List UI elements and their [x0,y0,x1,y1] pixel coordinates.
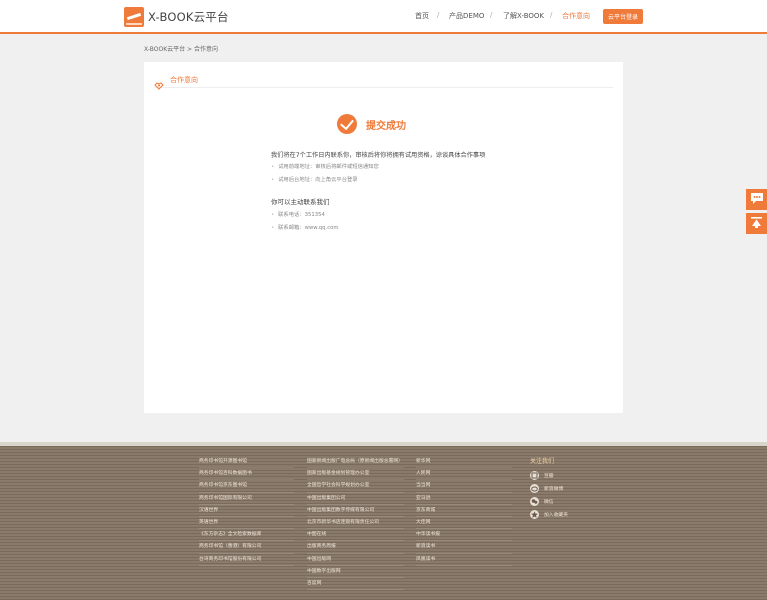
footer-link[interactable]: 商务印书馆开源图书馆 [199,456,294,469]
back-to-top-button[interactable] [746,213,767,234]
follow-weibo[interactable]: 新浪微博 [530,482,600,495]
success-banner: 提交成功 [337,114,406,134]
footer-link[interactable]: 商务印书馆百科数据图书 [199,468,294,481]
footer-link[interactable]: 中图在线 [307,529,404,542]
footer-link[interactable]: 京东商城 [416,505,512,517]
cloud-login-button[interactable]: 云平台登录 [603,9,643,24]
footer-link[interactable]: 大佳网 [416,517,512,530]
footer-link[interactable]: 国家新闻出版广电总局（原新闻出版总署网） [307,456,404,469]
footer-link[interactable]: 《东方杂志》全文检索数据库 [199,529,294,542]
success-text: 提交成功 [366,120,406,132]
footer-link[interactable]: 新华网 [416,456,512,469]
footer-link[interactable]: 凤凰读书 [416,554,512,566]
nav-about-xbook[interactable]: 了解X-BOOK [503,11,544,21]
contact-phone: 联系电话：351354 [271,210,325,218]
footer-link[interactable]: 台湾商务印书馆股份有限公司 [199,554,294,566]
confirmation-message: 我们将在7个工作日内联系你，审核后将你将拥有试用资格，谅谈具体合作事项 [271,152,486,159]
nav-cooperation[interactable]: 合作意向 [562,11,590,21]
follow-wechat[interactable]: 微信 [530,495,600,508]
footer-link[interactable]: 北京市新华书店连锁有限责任公司 [307,517,404,530]
nav-product-demo[interactable]: 产品DEMO [449,11,484,21]
nav-separator: / [437,11,440,19]
star-icon [530,510,539,519]
contact-heading: 你可以主动联系我们 [271,198,330,206]
footer-link[interactable]: 中华读书报 [416,529,512,542]
check-circle-icon [337,114,357,134]
footer-links-col1: 商务印书馆开源图书馆 商务印书馆百科数据图书 商务印书馆京东图书馆 商务印书馆国… [199,456,294,566]
footer-link[interactable]: 当当网 [416,480,512,493]
footer-link[interactable]: 英语世界 [199,517,294,530]
footer-link[interactable]: 全国哲学社会科学规划办公室 [307,480,404,493]
footer-link[interactable]: 出版商务周报 [307,541,404,554]
site-footer: 商务印书馆开源图书馆 商务印书馆百科数据图书 商务印书馆京东图书馆 商务印书馆国… [0,442,767,600]
footer-link[interactable]: 人民网 [416,468,512,481]
footer-link[interactable]: 中国数字出版网 [307,566,404,578]
footer-links-col3: 新华网 人民网 当当网 亚马逊 京东商城 大佳网 中华读书报 新浪读书 凤凰读书 [416,456,512,566]
footer-link[interactable]: 中国出版网 [307,554,404,566]
footer-link[interactable]: 新浪读书 [416,541,512,554]
xbook-logo-icon [124,7,144,27]
logo-text: X-BOOK云平台 [148,10,229,24]
follow-douban[interactable]: 豆瓣 [530,469,600,482]
handshake-icon [154,75,164,90]
footer-link[interactable]: 商务印书馆京东图书馆 [199,480,294,493]
douban-icon [530,471,539,480]
weibo-icon [530,484,539,493]
card-title: 合作意向 [170,75,198,84]
contact-email: 联系邮箱：www.qq.com [271,223,338,231]
site-header: X-BOOK云平台 首页 / 产品DEMO / 了解X-BOOK / 合作意向 … [0,0,767,34]
add-to-favorites[interactable]: 加入收藏夹 [530,508,600,521]
card-header: 合作意向 [154,72,613,90]
footer-link[interactable]: 百度网 [307,578,404,591]
cooperation-card: 合作意向 提交成功 我们将在7个工作日内联系你，审核后将你将拥有试用资格，谅谈具… [144,62,623,413]
wechat-icon [530,497,539,506]
back-to-top-icon [750,214,763,233]
footer-link[interactable]: 中国出版集团数字传媒有限公司 [307,505,404,517]
follow-label: 豆瓣 [544,474,554,479]
list-item: 试用后台地址：向上角云平台登录 [271,175,357,183]
follow-label: 加入收藏夹 [544,513,568,518]
footer-link[interactable]: 商务印书馆国际有限公司 [199,493,294,505]
nav-home[interactable]: 首页 [415,11,429,21]
footer-link[interactable]: 中国出版集团公司 [307,493,404,505]
breadcrumb: X-BOOK云平台 > 合作意向 [144,46,218,53]
footer-link[interactable]: 亚马逊 [416,493,512,505]
footer-link[interactable]: 国家出版基金规划管理办公室 [307,468,404,481]
follow-title: 关注我们 [530,458,555,465]
footer-link[interactable]: 汉语世界 [199,505,294,517]
footer-link[interactable]: 商务印书馆（香港）有限公司 [199,541,294,554]
follow-label: 新浪微博 [544,487,564,492]
chat-bubble-icon [750,190,764,209]
list-item: 试用前端地址：审核后将邮件或短信通知您 [271,162,379,170]
follow-label: 微信 [544,500,554,505]
follow-us: 关注我们 豆瓣 新浪微博 微信 加入收藏夹 [530,456,600,521]
online-chat-button[interactable] [746,189,767,210]
nav-separator: / [490,11,493,19]
nav-separator: / [550,11,553,19]
footer-links-col2: 国家新闻出版广电总局（原新闻出版总署网） 国家出版基金规划管理办公室 全国哲学社… [307,456,404,591]
site-logo[interactable]: X-BOOK云平台 [124,7,229,27]
